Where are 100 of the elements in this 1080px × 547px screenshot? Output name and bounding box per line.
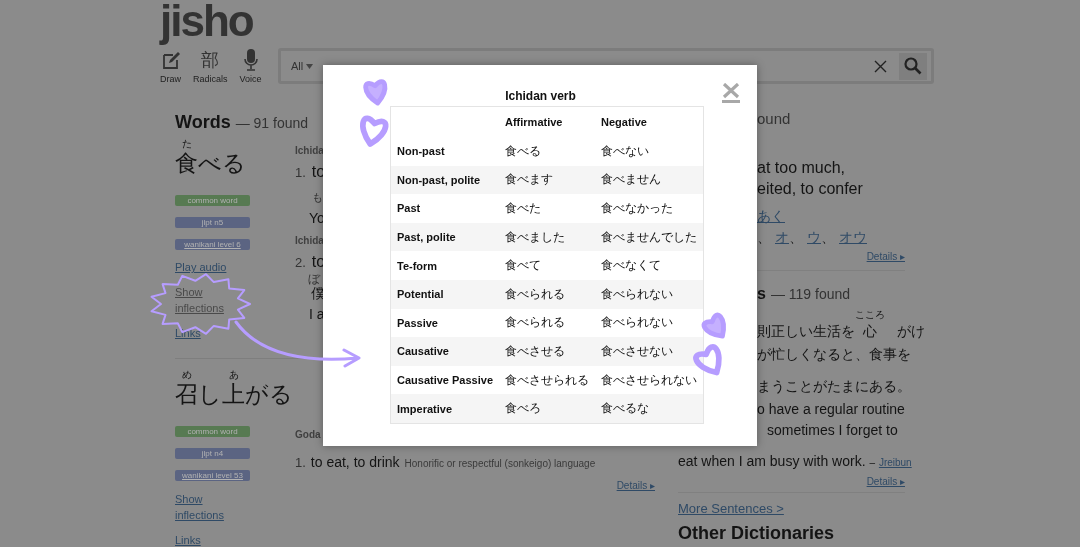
meaning-text: eited, to confer: [757, 180, 863, 198]
part-of-speech: Ichida: [295, 235, 324, 248]
table-cell: 食べられる: [499, 308, 595, 338]
form-name: Te-form: [390, 251, 499, 280]
part-of-speech: Ichida: [295, 145, 324, 158]
form-name: Causative: [390, 337, 499, 366]
form-name: Past: [390, 194, 499, 223]
sense-number: 1.: [295, 455, 306, 470]
table-cell: 食べさせられる: [499, 365, 595, 395]
example-text: も: [312, 190, 323, 205]
column-header: Affirmative: [499, 106, 595, 137]
furigana: め: [181, 369, 192, 380]
word-tag: jlpt n4: [175, 448, 250, 459]
search-button[interactable]: [899, 52, 927, 80]
reading-link[interactable]: オ: [775, 229, 789, 247]
more-sentences-link[interactable]: More Sentences >: [678, 501, 784, 516]
table-cell: 食べられる: [499, 279, 595, 309]
sentence-text: まうことがたまにある。: [757, 378, 911, 396]
details-link[interactable]: Details ▸: [866, 251, 905, 262]
table-cell: 食べられない: [595, 279, 704, 309]
form-name: Imperative: [390, 394, 499, 424]
table-cell: 食べた: [499, 194, 595, 223]
sentence-text: が忙しくなると、食事を: [757, 346, 911, 364]
column-header: Negative: [595, 106, 704, 137]
word-text: 召: [175, 380, 198, 408]
word-text: べる: [198, 149, 246, 177]
table-cell: 食べなかった: [595, 194, 704, 223]
entry-link[interactable]: Show inflections: [175, 284, 235, 316]
entry-link[interactable]: Play audio: [175, 260, 227, 274]
sentence-text: 心: [863, 323, 877, 341]
result-count: — 91 found: [235, 115, 309, 131]
section-heading: s: [757, 285, 766, 303]
table-cell: 食べて: [499, 251, 595, 280]
reading-link[interactable]: あく: [757, 208, 785, 226]
word-text: 食: [175, 149, 198, 177]
table-cell: 食べさせない: [595, 337, 704, 366]
form-name: Potential: [390, 279, 499, 309]
source-link[interactable]: Jreibun: [878, 457, 912, 468]
separator-text: 、: [789, 229, 803, 247]
tool-button[interactable]: Draw: [160, 50, 181, 84]
form-name: Past, polite: [390, 222, 499, 252]
furigana: こころ: [855, 309, 885, 321]
word-tag: common word: [175, 195, 250, 206]
sense-text: to eat, to drink: [310, 454, 400, 470]
word-tag: wanikani level 53: [175, 470, 250, 481]
form-name: Passive: [390, 308, 499, 338]
table-cell: 食べるな: [595, 394, 704, 424]
entry-link[interactable]: Links: [175, 533, 201, 547]
sentence-text: 則正しい生活を: [757, 323, 855, 341]
table-cell: 食べさせる: [499, 337, 595, 366]
result-count: — 119 found: [770, 286, 851, 302]
dash-text: –: [869, 457, 875, 468]
form-name: Non-past: [390, 137, 499, 166]
word-tag: common word: [175, 426, 250, 437]
sense-note: Honorific or respectful (sonkeigo) language: [404, 458, 596, 469]
reading-link[interactable]: ウ: [807, 229, 821, 247]
tool-button[interactable]: 部 Radicals: [193, 48, 228, 84]
translation-text: sometimes I forget to: [767, 422, 898, 438]
details-link[interactable]: Details ▸: [616, 480, 655, 491]
furigana: た: [181, 138, 192, 149]
heart-doodle: [693, 344, 722, 376]
table-cell: 食べさせられない: [595, 365, 704, 395]
word-text: がる: [245, 380, 293, 408]
filter-dropdown[interactable]: All: [291, 60, 314, 72]
sense-number: 1.: [295, 165, 306, 180]
form-name: Causative Passive: [390, 365, 499, 395]
section-heading: Other Dictionaries: [678, 523, 835, 543]
word-text: し: [198, 380, 222, 408]
table-cell: 食べられない: [595, 308, 704, 338]
entry-link[interactable]: Show inflections: [175, 491, 235, 523]
table-cell: 食べない: [595, 137, 704, 166]
form-name: Non-past, polite: [390, 165, 499, 195]
caret-icon: [306, 63, 314, 69]
part-of-speech: Goda: [295, 429, 321, 442]
meaning-text: at too much,: [757, 159, 846, 177]
sense-number: 2.: [295, 255, 306, 270]
translation-text: o have a regular routine: [757, 401, 905, 417]
dialog-title: Ichidan verb: [504, 89, 577, 105]
sentence-text: がけ: [897, 323, 925, 341]
reading-link[interactable]: オウ: [839, 229, 867, 247]
details-link[interactable]: Details ▸: [866, 476, 905, 487]
separator-text: 、: [821, 229, 835, 247]
clear-icon[interactable]: [874, 59, 887, 73]
tool-button[interactable]: Voice: [239, 48, 262, 84]
table-cell: 食べました: [499, 222, 595, 252]
furigana: ぼ: [308, 273, 320, 285]
table-cell: 食べなくて: [595, 251, 704, 280]
separator-text: 、: [757, 229, 771, 247]
table-cell: 食べます: [499, 165, 595, 195]
furigana: あ: [228, 369, 239, 380]
word-text: 上: [222, 380, 245, 408]
heart-doodle: [701, 312, 726, 339]
table-cell: 食べません: [595, 165, 704, 195]
microphone-icon: [243, 48, 258, 71]
section-heading: Words: [175, 112, 231, 133]
heart-doodle: [363, 79, 388, 106]
heart-doodle: [360, 115, 389, 147]
translation-text: eat when I am busy with work.: [678, 453, 866, 469]
table-cell: 食べませんでした: [595, 222, 704, 252]
table-cell: 食べろ: [499, 394, 595, 424]
